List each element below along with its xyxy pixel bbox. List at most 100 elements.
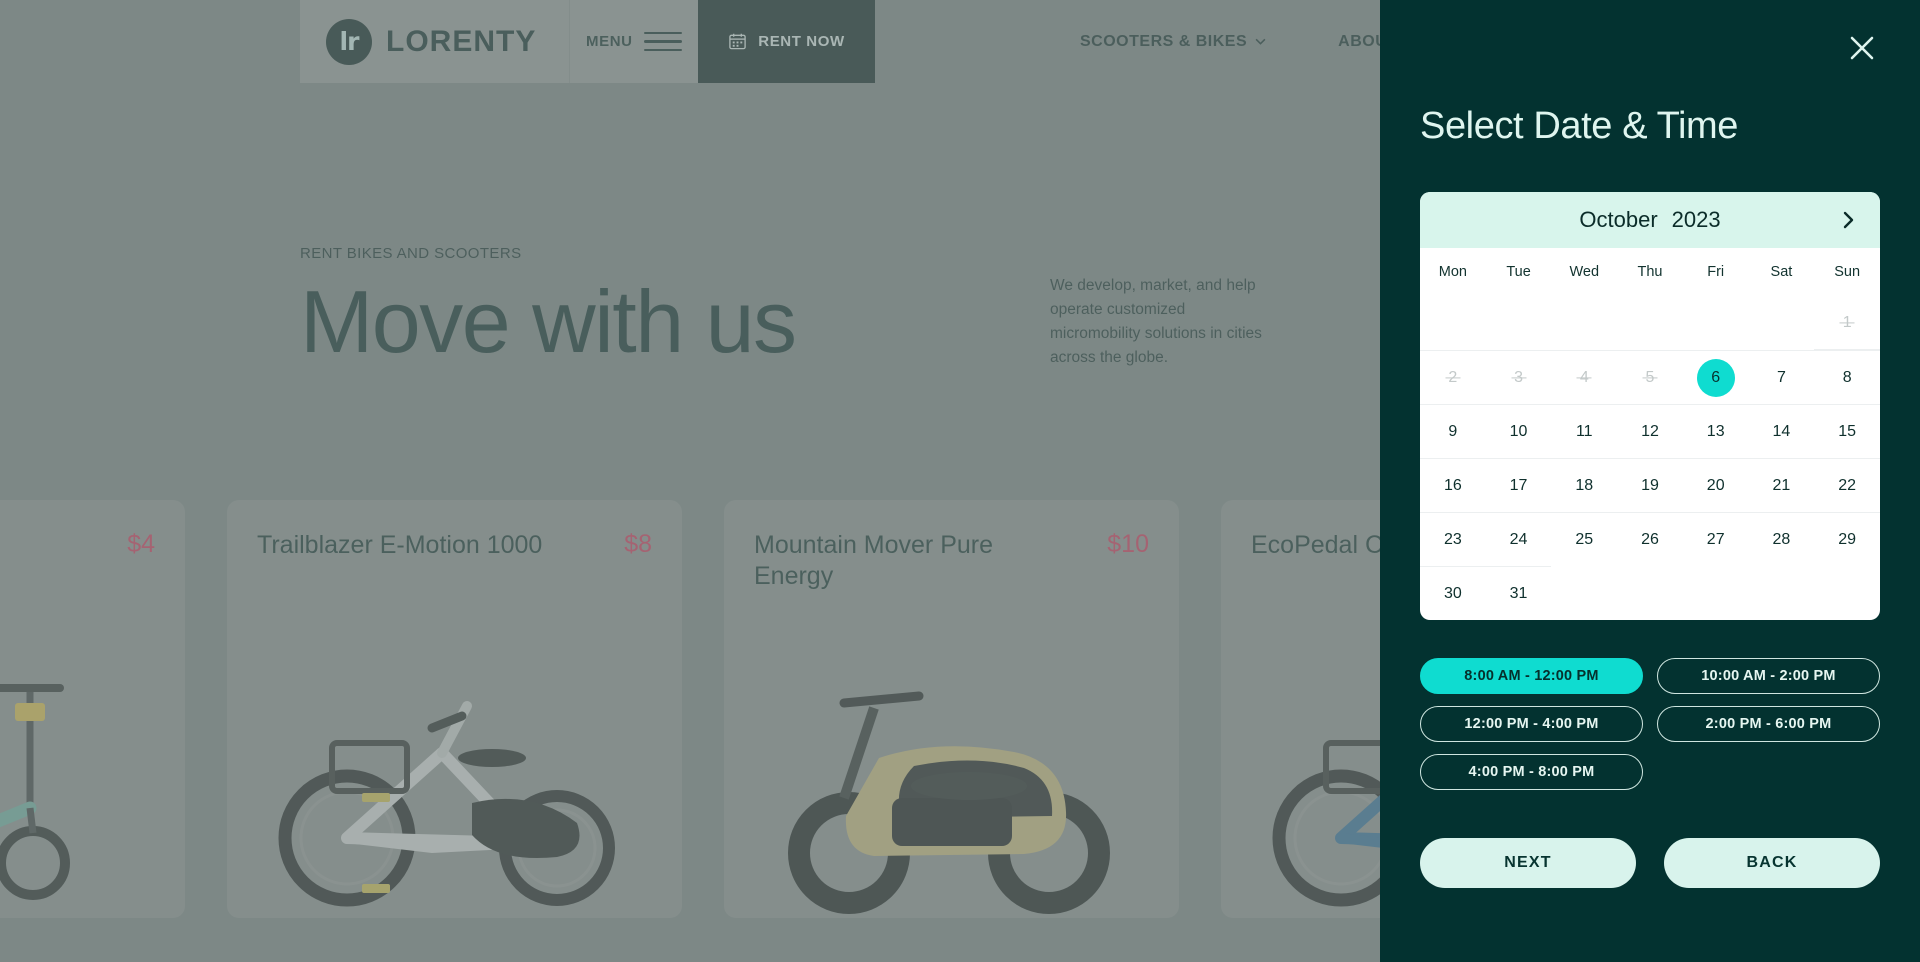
product-title: Mountain Mover Pure Energy: [754, 531, 994, 590]
calendar-day-label: 19: [1641, 476, 1659, 494]
calendar-day-23[interactable]: 23: [1420, 512, 1486, 566]
time-slot[interactable]: 10:00 AM - 2:00 PM: [1657, 658, 1880, 694]
calendar-day-31[interactable]: 31: [1485, 566, 1552, 620]
calendar-day-26[interactable]: 26: [1617, 512, 1683, 566]
calendar-day-label: 27: [1706, 530, 1725, 548]
close-button[interactable]: [1840, 26, 1884, 70]
menu-button[interactable]: MENU: [570, 0, 698, 83]
calendar-day-16[interactable]: 16: [1420, 458, 1486, 512]
calendar-month-year: October 2023: [1579, 207, 1720, 233]
calendar-next-month-button[interactable]: [1836, 207, 1862, 233]
time-slot[interactable]: 4:00 PM - 8:00 PM: [1420, 754, 1643, 790]
calendar-day-3: 3: [1485, 350, 1552, 404]
rent-now-label: RENT NOW: [758, 33, 845, 50]
product-image-bike: [227, 648, 682, 918]
calendar-day-label: 26: [1641, 530, 1659, 548]
hero-description: We develop, market, and help operate cus…: [1050, 277, 1262, 367]
calendar-day-22[interactable]: 22: [1814, 458, 1880, 512]
calendar-day-29[interactable]: 29: [1814, 512, 1880, 566]
time-slot[interactable]: 2:00 PM - 6:00 PM: [1657, 706, 1880, 742]
calendar-day-empty: [1551, 566, 1617, 620]
calendar-day-20[interactable]: 20: [1682, 458, 1749, 512]
day-header: Wed: [1569, 264, 1600, 280]
calendar-day-15[interactable]: 15: [1814, 404, 1880, 458]
calendar-day-8[interactable]: 8: [1814, 350, 1880, 404]
calendar-day-label: 9: [1448, 422, 1458, 440]
calendar-day-label: 3: [1514, 368, 1524, 386]
time-slot[interactable]: 12:00 PM - 4:00 PM: [1420, 706, 1643, 742]
hero-section: RENT BIKES AND SCOOTERS Move with us: [300, 245, 797, 368]
calendar-day-12[interactable]: 12: [1617, 404, 1683, 458]
calendar-day-2: 2: [1420, 350, 1486, 404]
calendar-day-label: 12: [1641, 422, 1659, 440]
calendar-day-label: 21: [1772, 476, 1791, 494]
calendar-day-13[interactable]: 13: [1682, 404, 1749, 458]
calendar-day-9[interactable]: 9: [1420, 404, 1486, 458]
calendar-day-19[interactable]: 19: [1617, 458, 1683, 512]
hero-eyebrow: RENT BIKES AND SCOOTERS: [300, 245, 522, 262]
product-card[interactable]: er Pure Energy $4: [0, 500, 185, 918]
calendar-day-17[interactable]: 17: [1485, 458, 1552, 512]
logo-text: LORENTY: [386, 24, 537, 58]
product-price: $8: [624, 530, 652, 558]
site-header: lr LORENTY MENU RENT NOW: [300, 0, 875, 83]
calendar-day-label: 11: [1575, 422, 1593, 440]
calendar-day-label: 10: [1509, 422, 1528, 440]
calendar-day-label: 16: [1443, 476, 1462, 494]
close-icon: [1850, 36, 1874, 60]
time-slot-list[interactable]: 8:00 AM - 12:00 PM 10:00 AM - 2:00 PM 12:0…: [1420, 658, 1880, 790]
calendar-day-10[interactable]: 10: [1485, 404, 1552, 458]
calendar-day-empty: [1486, 296, 1552, 350]
hamburger-icon: [643, 31, 682, 52]
chevron-right-icon: [1843, 211, 1854, 229]
logo[interactable]: lr LORENTY: [300, 0, 570, 83]
calendar-day-7[interactable]: 7: [1748, 350, 1815, 404]
calendar: October 2023 Mon Tue Wed Thu Fri Sat Sun …: [1420, 192, 1880, 620]
day-header: Tue: [1506, 264, 1531, 280]
calendar-day-label: 22: [1838, 476, 1857, 494]
calendar-grid[interactable]: 1 2 3 4 5 6 7 8 9 10 11 12 13 14 15 16 17 18 19 20 21 22 23 24 2…: [1420, 296, 1880, 620]
calendar-day-empty: [1617, 566, 1683, 620]
calendar-day-4: 4: [1551, 350, 1618, 404]
calendar-day-label: 4: [1579, 368, 1589, 386]
time-slot-label: 4:00 PM - 8:00 PM: [1468, 764, 1595, 780]
day-header: Sun: [1834, 264, 1861, 280]
calendar-day-18[interactable]: 18: [1551, 458, 1618, 512]
calendar-day-empty: [1814, 566, 1880, 620]
calendar-day-label: 24: [1509, 530, 1528, 548]
calendar-day-11[interactable]: 11: [1551, 404, 1618, 458]
nav-item-label: SCOOTERS & BIKES: [1080, 32, 1248, 50]
day-header: Mon: [1438, 264, 1467, 280]
drawer-title: Select Date & Time: [1420, 105, 1739, 147]
next-button[interactable]: NEXT: [1420, 838, 1636, 888]
nav-item-scooters-and-bikes[interactable]: SCOOTERS & BIKES: [1080, 33, 1266, 51]
product-image-moped: [724, 648, 1179, 918]
calendar-month: October: [1579, 207, 1658, 232]
calendar-day-24[interactable]: 24: [1485, 512, 1552, 566]
product-card[interactable]: Mountain Mover Pure Energy $10: [724, 500, 1179, 918]
time-slot-label: 2:00 PM - 6:00 PM: [1705, 716, 1832, 732]
drawer-actions: NEXT BACK: [1420, 838, 1880, 888]
product-title: EcoPedal Cl: [1251, 531, 1389, 559]
time-slot-label: 10:00 AM - 2:00 PM: [1701, 668, 1836, 684]
calendar-day-21[interactable]: 21: [1748, 458, 1815, 512]
calendar-day-empty: [1551, 296, 1617, 350]
calendar-day-28[interactable]: 28: [1748, 512, 1815, 566]
rent-now-button[interactable]: RENT NOW: [698, 0, 875, 83]
calendar-year: 2023: [1671, 207, 1721, 232]
calendar-day-label: 31: [1509, 584, 1528, 602]
calendar-day-6[interactable]: 6: [1682, 350, 1749, 404]
calendar-day-empty: [1420, 296, 1486, 350]
back-button[interactable]: BACK: [1664, 838, 1880, 888]
calendar-day-1: 1: [1814, 296, 1880, 350]
calendar-day-label: 2: [1448, 368, 1458, 386]
calendar-day-27[interactable]: 27: [1682, 512, 1749, 566]
primary-nav: SCOOTERS & BIKES ABOUT: [1080, 0, 1398, 83]
day-header: Thu: [1637, 264, 1663, 280]
time-slot[interactable]: 8:00 AM - 12:00 PM: [1420, 658, 1643, 694]
calendar-day-25[interactable]: 25: [1551, 512, 1618, 566]
calendar-day-label: 15: [1838, 422, 1857, 440]
calendar-day-30[interactable]: 30: [1420, 566, 1486, 620]
calendar-day-14[interactable]: 14: [1748, 404, 1815, 458]
product-card[interactable]: Trailblazer E-Motion 1000 $8: [227, 500, 682, 918]
